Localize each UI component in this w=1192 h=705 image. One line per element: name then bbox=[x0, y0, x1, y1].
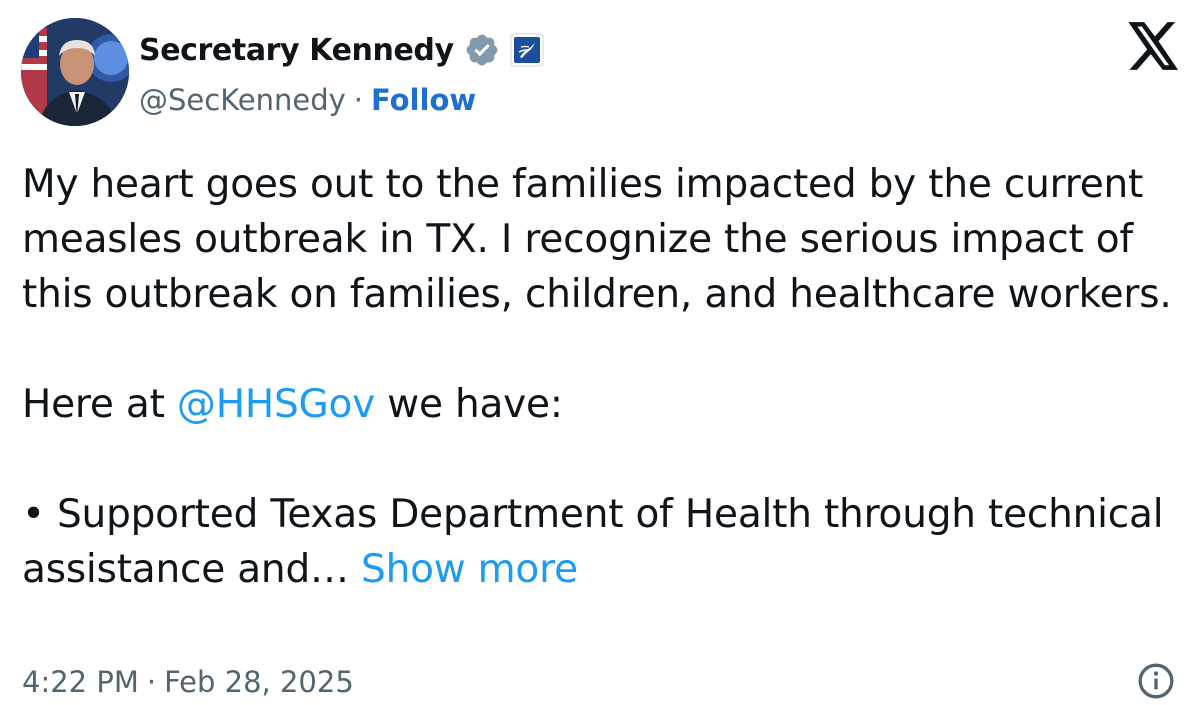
avatar-image bbox=[21, 18, 129, 126]
follow-button[interactable]: Follow bbox=[371, 83, 476, 117]
mention-hhsgov-link[interactable]: @HHSGov bbox=[177, 382, 375, 427]
tweet-date: Feb 28, 2025 bbox=[164, 665, 354, 699]
author-handle-row: @SecKennedy · Follow bbox=[139, 80, 476, 120]
x-logo-icon[interactable] bbox=[1128, 22, 1180, 70]
tweet-paragraph-2: Here at @HHSGov we have: bbox=[22, 377, 1182, 432]
here-at-prefix: Here at bbox=[22, 382, 177, 427]
author-handle[interactable]: @SecKennedy bbox=[139, 83, 346, 117]
show-more-link[interactable]: Show more bbox=[361, 547, 578, 592]
tweet-paragraph-3: • Supported Texas Department of Health t… bbox=[22, 487, 1182, 597]
hhs-affiliate-icon[interactable] bbox=[510, 33, 544, 67]
info-icon[interactable] bbox=[1136, 661, 1176, 701]
verified-badge-icon bbox=[464, 32, 500, 68]
tweet-timestamp[interactable]: 4:22 PM · Feb 28, 2025 bbox=[22, 662, 354, 702]
tweet-card: Secretary Kennedy @SecKennedy · Follow M… bbox=[0, 0, 1192, 705]
timestamp-separator: · bbox=[146, 665, 157, 699]
tweet-text: My heart goes out to the families impact… bbox=[22, 157, 1182, 597]
tweet-paragraph-1: My heart goes out to the families impact… bbox=[22, 162, 1172, 317]
we-have-suffix: we have: bbox=[375, 382, 563, 427]
avatar[interactable] bbox=[21, 18, 129, 126]
author-display-name[interactable]: Secretary Kennedy bbox=[139, 33, 454, 68]
author-name-row: Secretary Kennedy bbox=[139, 30, 544, 70]
bullet-text: • Supported Texas Department of Health t… bbox=[22, 492, 1164, 592]
tweet-time: 4:22 PM bbox=[22, 665, 139, 699]
handle-separator: · bbox=[353, 83, 363, 117]
